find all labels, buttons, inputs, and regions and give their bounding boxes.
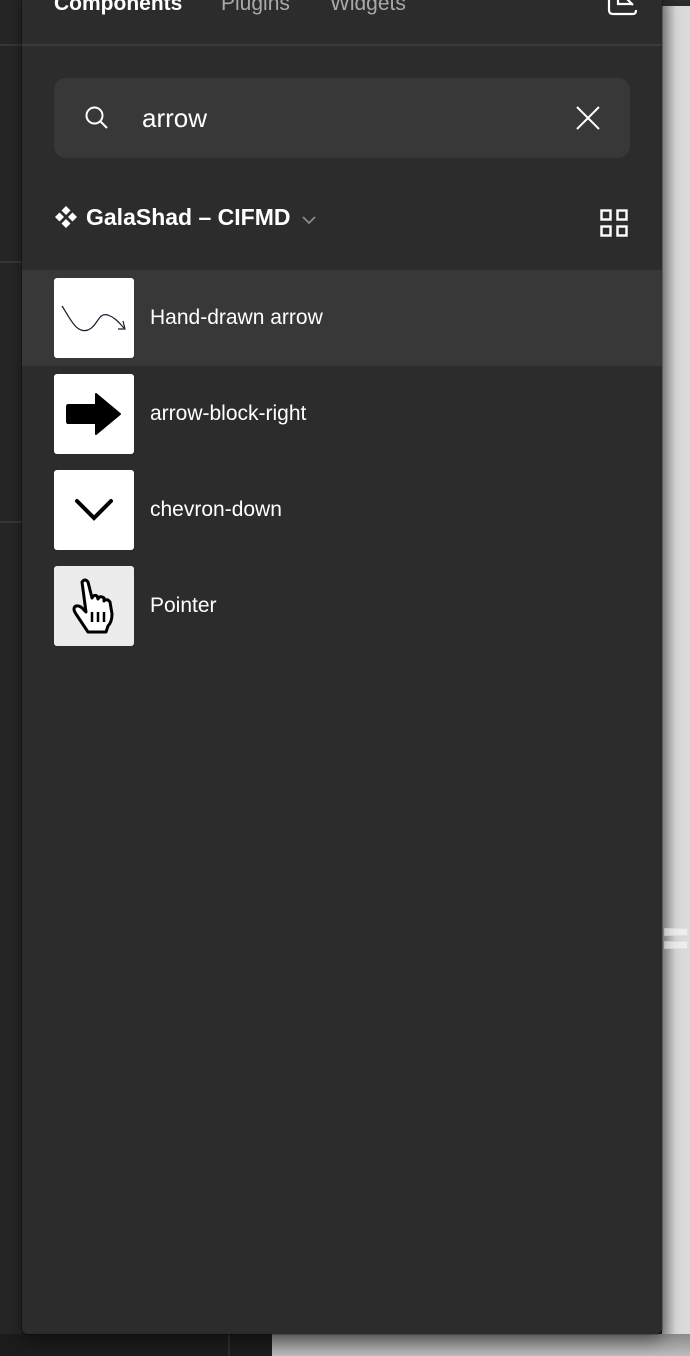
pointer-thumbnail [54, 566, 134, 646]
chevron-down-icon [302, 212, 317, 225]
list-item-label: Pointer [150, 594, 217, 617]
list-item[interactable]: Pointer [22, 558, 662, 654]
list-item-label: Hand-drawn arrow [150, 306, 323, 329]
background-canvas-bottom [272, 1334, 690, 1356]
tab-plugins[interactable]: Plugins [221, 0, 290, 18]
list-item[interactable]: chevron-down [22, 462, 662, 558]
close-icon[interactable] [574, 104, 602, 132]
block-arrow-right-thumbnail [54, 374, 134, 454]
block-arrow-right-icon [66, 393, 121, 435]
list-item[interactable]: arrow-block-right [22, 366, 662, 462]
canvas-frame-thumbnail [664, 928, 688, 936]
list-item[interactable]: Hand-drawn arrow [22, 270, 662, 366]
divider [0, 521, 22, 523]
panel-tabs: Components Plugins Widgets [22, 0, 662, 46]
search-field[interactable] [54, 78, 630, 158]
background-canvas-right [662, 0, 690, 1356]
chevron-down-thumbnail [54, 470, 134, 550]
search-icon [84, 105, 110, 131]
list-item-label: arrow-block-right [150, 402, 307, 425]
hand-pointer-icon [72, 578, 114, 634]
library-selector[interactable]: GalaShad – CIFMD [54, 200, 317, 234]
component-set-icon [54, 205, 78, 229]
background-canvas-left [0, 0, 22, 1356]
divider [0, 44, 22, 46]
tab-components[interactable]: Components [54, 0, 182, 18]
chevron-down-icon [75, 499, 113, 521]
tab-widgets[interactable]: Widgets [330, 0, 406, 18]
background-toolbar-strip [662, 0, 690, 6]
component-results-list: Hand-drawn arrow arrow-block-right chevr… [22, 270, 662, 654]
search-input[interactable] [142, 98, 552, 138]
open-in-new-icon[interactable] [606, 0, 638, 16]
assets-panel: Components Plugins Widgets arrow GalaSha… [22, 0, 662, 1334]
hand-drawn-arrow-icon [61, 305, 126, 332]
grid-view-icon[interactable] [600, 209, 628, 237]
background-sidebar-bottom [0, 1334, 272, 1356]
divider [228, 1334, 230, 1356]
list-item-label: chevron-down [150, 498, 282, 521]
library-name: GalaShad – CIFMD [86, 203, 291, 230]
divider [0, 261, 22, 263]
canvas-frame-thumbnail [664, 941, 688, 949]
hand-drawn-arrow-thumbnail [54, 278, 134, 358]
